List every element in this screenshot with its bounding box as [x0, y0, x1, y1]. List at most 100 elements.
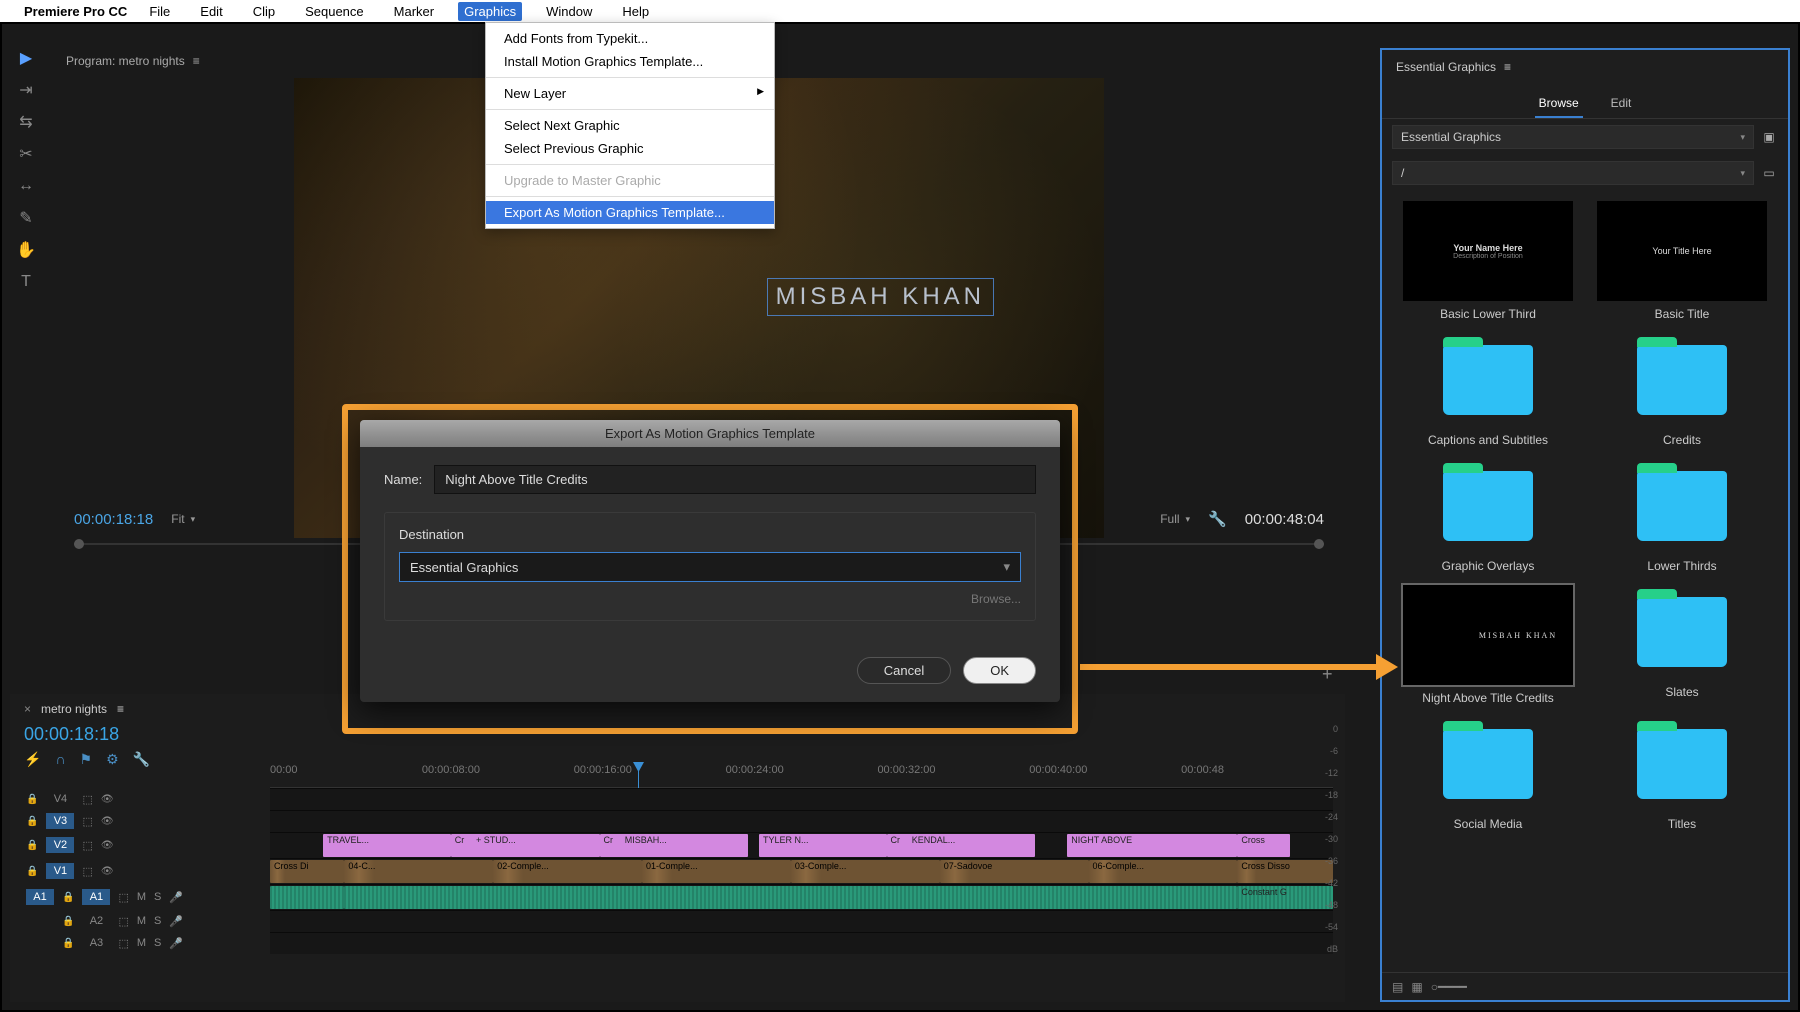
clip[interactable]: 03-Comple...	[791, 860, 940, 883]
panel-menu-icon[interactable]: ≡	[1504, 60, 1511, 74]
clip[interactable]: NIGHT ABOVE	[1067, 834, 1237, 857]
mic-icon[interactable]: 🎤	[169, 915, 183, 928]
dialog-title: Export As Motion Graphics Template	[360, 420, 1060, 447]
eg-item[interactable]: Lower Thirds	[1594, 459, 1770, 573]
pen-tool-icon[interactable]: ✎	[16, 208, 36, 228]
clip[interactable]: MISBAH...	[621, 834, 749, 857]
track-a3[interactable]: A3	[82, 935, 110, 951]
macos-menubar: Premiere Pro CC File Edit Clip Sequence …	[0, 0, 1800, 22]
clip[interactable]: Cross Di	[270, 860, 344, 883]
eg-item[interactable]: Your Name HereDescription of PositionBas…	[1400, 201, 1576, 321]
track-v1[interactable]: V1	[46, 863, 74, 879]
menu-edit[interactable]: Edit	[194, 2, 228, 21]
eg-item[interactable]: Your Title HereBasic Title	[1594, 201, 1770, 321]
track-v3[interactable]: V3	[46, 813, 74, 829]
eg-path-dropdown[interactable]: /	[1392, 161, 1754, 185]
folder-icon[interactable]: ▭	[1760, 164, 1778, 182]
settings-icon[interactable]: 🔧	[1208, 510, 1227, 528]
hand-tool-icon[interactable]: ✋	[16, 240, 36, 260]
menu-new-layer[interactable]: New Layer	[486, 82, 774, 105]
marker-icon[interactable]: ⚑	[80, 751, 93, 768]
eg-item[interactable]: Slates	[1594, 585, 1770, 705]
eg-item[interactable]: Captions and Subtitles	[1400, 333, 1576, 447]
tab-edit[interactable]: Edit	[1607, 90, 1636, 118]
razor-tool-icon[interactable]: ✂	[16, 144, 36, 164]
track-a2[interactable]: A2	[82, 913, 110, 929]
menu-install-mogrt[interactable]: Install Motion Graphics Template...	[486, 50, 774, 73]
eg-item-label: Social Media	[1454, 817, 1523, 831]
menu-separator	[486, 196, 774, 197]
name-field[interactable]: Night Above Title Credits	[434, 465, 1036, 494]
zoom-fit-dropdown[interactable]: Fit	[171, 512, 195, 526]
mic-icon[interactable]: 🎤	[169, 937, 183, 950]
menu-graphics[interactable]: Graphics	[458, 2, 522, 21]
menu-add-fonts[interactable]: Add Fonts from Typekit...	[486, 27, 774, 50]
eg-item[interactable]: Credits	[1594, 333, 1770, 447]
track-a1[interactable]: A1	[82, 889, 110, 905]
list-view-icon[interactable]: ▤	[1392, 980, 1403, 994]
clip[interactable]: TYLER N...	[759, 834, 887, 857]
clip[interactable]: 01-Comple...	[642, 860, 791, 883]
menu-help[interactable]: Help	[616, 2, 655, 21]
eg-item[interactable]: Social Media	[1400, 717, 1576, 831]
snap-icon[interactable]: ⚡	[24, 751, 41, 768]
cancel-button[interactable]: Cancel	[857, 657, 951, 684]
program-tc-out: 00:00:48:04	[1245, 511, 1324, 528]
tutorial-arrow-icon	[1080, 664, 1380, 670]
menu-export-mogrt[interactable]: Export As Motion Graphics Template...	[486, 201, 774, 224]
menu-clip[interactable]: Clip	[247, 2, 281, 21]
eg-source-dropdown[interactable]: Essential Graphics	[1392, 125, 1754, 149]
clip[interactable]	[344, 886, 1237, 909]
menu-select-prev[interactable]: Select Previous Graphic	[486, 137, 774, 160]
eg-item[interactable]: Titles	[1594, 717, 1770, 831]
panel-menu-icon[interactable]: ≡	[193, 54, 200, 68]
type-tool-icon[interactable]: T	[16, 272, 36, 292]
mic-icon[interactable]: 🎤	[169, 891, 183, 904]
clip[interactable]: TRAVEL...	[323, 834, 451, 857]
destination-dropdown[interactable]: Essential Graphics	[399, 552, 1021, 582]
ok-button[interactable]: OK	[963, 657, 1036, 684]
browse-button[interactable]: Browse...	[971, 592, 1021, 606]
clip[interactable]: 06-Comple...	[1089, 860, 1238, 883]
menu-file[interactable]: File	[143, 2, 176, 21]
clip[interactable]: 07-Sadovoe	[940, 860, 1089, 883]
link-icon[interactable]: ∩	[55, 751, 65, 768]
eg-item[interactable]: MISBAH KHANNight Above Title Credits	[1400, 585, 1576, 705]
export-mogrt-dialog: Export As Motion Graphics Template Name:…	[360, 420, 1060, 702]
ripple-edit-icon[interactable]: ⇆	[16, 112, 36, 132]
clip[interactable]: 04-C...	[344, 860, 493, 883]
panel-menu-icon[interactable]: ≡	[117, 702, 124, 716]
wrench-icon[interactable]: 🔧	[133, 751, 150, 768]
clip[interactable]: + STUD...	[472, 834, 600, 857]
clip[interactable]: Cross	[1237, 834, 1290, 857]
menu-window[interactable]: Window	[540, 2, 598, 21]
clip[interactable]: KENDAL...	[908, 834, 1036, 857]
resolution-dropdown[interactable]: Full	[1160, 512, 1190, 526]
clip[interactable]: 02-Comple...	[493, 860, 642, 883]
eg-item[interactable]: Graphic Overlays	[1400, 459, 1576, 573]
library-icon[interactable]: ▣	[1760, 128, 1778, 146]
grid-view-icon[interactable]: ▦	[1411, 980, 1422, 994]
menu-separator	[486, 164, 774, 165]
track-select-icon[interactable]: ⇥	[16, 80, 36, 100]
destination-label: Destination	[399, 527, 1021, 542]
track-v4[interactable]: V4	[46, 791, 74, 807]
slip-tool-icon[interactable]: ↔	[16, 176, 36, 196]
menu-select-next[interactable]: Select Next Graphic	[486, 114, 774, 137]
tab-browse[interactable]: Browse	[1535, 90, 1583, 118]
menu-sequence[interactable]: Sequence	[299, 2, 370, 21]
program-tc-in[interactable]: 00:00:18:18	[74, 511, 153, 528]
lock-icon[interactable]	[26, 793, 38, 805]
menu-marker[interactable]: Marker	[388, 2, 440, 21]
eye-icon[interactable]	[101, 793, 114, 805]
src-a1[interactable]: A1	[26, 889, 54, 905]
track-v2[interactable]: V2	[46, 837, 74, 853]
clip[interactable]	[270, 886, 344, 909]
time-ruler[interactable]: 00:00 00:00:08:00 00:00:16:00 00:00:24:0…	[270, 764, 1333, 788]
settings-icon[interactable]: ⚙	[106, 751, 119, 768]
app-name: Premiere Pro CC	[24, 4, 127, 19]
selection-tool-icon[interactable]: ▶	[16, 48, 36, 68]
zoom-slider-icon[interactable]: ○━━━━	[1431, 980, 1467, 994]
graphic-title-overlay[interactable]: MISBAH KHAN	[767, 278, 994, 316]
name-label: Name:	[384, 472, 422, 487]
